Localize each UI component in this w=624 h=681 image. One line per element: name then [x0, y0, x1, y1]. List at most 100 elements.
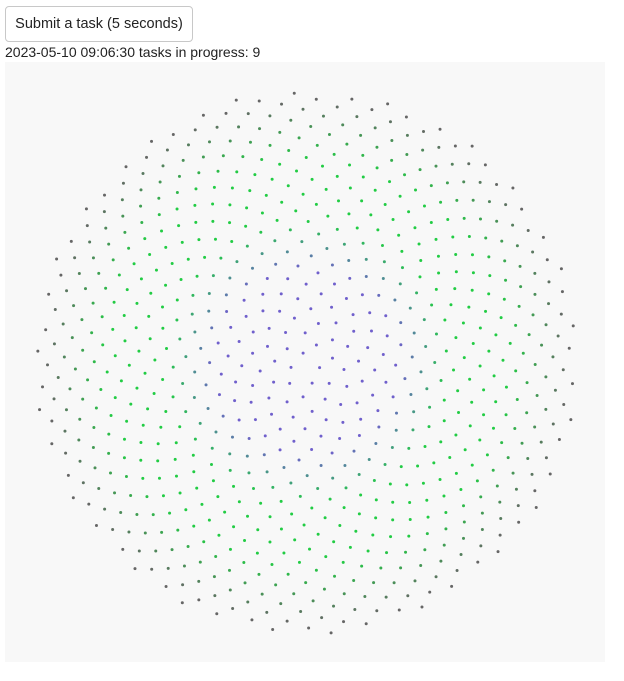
- spiral-dot: [390, 139, 394, 143]
- spiral-dot: [246, 600, 250, 604]
- spiral-dot: [161, 164, 165, 168]
- spiral-dot: [113, 396, 117, 400]
- spiral-dot: [353, 608, 357, 612]
- spiral-dot: [423, 548, 427, 552]
- spiral-dot: [511, 186, 515, 190]
- spiral-dot: [143, 237, 147, 241]
- spiral-dot: [216, 495, 220, 499]
- spiral-dot: [201, 155, 205, 159]
- spiral-dot: [348, 545, 352, 549]
- spiral-dot: [105, 370, 109, 374]
- spiral-dot: [416, 464, 420, 468]
- spiral-dot: [539, 440, 543, 444]
- spiral-dot: [278, 427, 282, 431]
- submit-task-button[interactable]: Submit a task (5 seconds): [5, 6, 193, 42]
- spiral-dot: [513, 427, 517, 431]
- spiral-dot: [551, 422, 555, 426]
- spiral-dot: [184, 355, 188, 359]
- spiral-dot: [178, 337, 182, 341]
- spiral-dot: [480, 511, 484, 515]
- spiral-dot: [370, 108, 374, 112]
- spiral-dot: [439, 559, 443, 563]
- spiral-dot: [315, 143, 319, 147]
- spiral-dot: [201, 113, 205, 117]
- spiral-dot: [429, 184, 433, 188]
- spiral-dot: [52, 342, 56, 346]
- spiral-dot: [135, 386, 139, 390]
- spiral-dot: [316, 487, 320, 491]
- spiral-dot: [280, 102, 284, 106]
- spiral-dot: [44, 328, 48, 332]
- spiral-dot: [146, 407, 150, 411]
- spiral-dot: [286, 572, 290, 576]
- spiral-dot: [368, 311, 372, 315]
- spiral-dot: [442, 398, 446, 402]
- spiral-dot: [221, 414, 225, 418]
- spiral-dot: [316, 322, 320, 325]
- spiral-dot: [364, 257, 368, 261]
- spiral-dot: [217, 393, 221, 397]
- spiral-dot: [531, 313, 535, 317]
- spiral-dot: [352, 449, 356, 453]
- spiral-dot: [333, 574, 337, 578]
- spiral-dot: [107, 242, 111, 246]
- spiral-dot: [197, 171, 201, 175]
- spiral-dot: [103, 193, 107, 197]
- spiral-dot: [495, 183, 499, 186]
- spiral-dot: [69, 239, 73, 243]
- spiral-dot: [408, 518, 412, 522]
- spiral-dot: [359, 417, 363, 421]
- spiral-dot: [246, 514, 250, 518]
- spiral-dot: [391, 500, 395, 504]
- spiral-dot: [243, 538, 247, 542]
- spiral-dot: [400, 266, 404, 270]
- spiral-dot: [200, 502, 204, 506]
- spiral-dot: [544, 407, 548, 411]
- spiral-dot: [501, 358, 505, 362]
- spiral-dot: [97, 271, 101, 275]
- spiral-dot: [391, 218, 395, 222]
- spiral-dot: [132, 262, 136, 266]
- spiral-dot: [309, 254, 313, 258]
- spiral-dot: [237, 500, 241, 504]
- spiral-dot: [407, 534, 411, 538]
- spiral-dot: [569, 418, 573, 422]
- spiral-dot: [252, 487, 256, 491]
- spiral-dot: [454, 471, 458, 475]
- spiral-dot: [357, 359, 361, 363]
- spiral-dot: [314, 343, 318, 347]
- spiral-dot: [240, 364, 244, 368]
- spiral-dot: [270, 412, 274, 416]
- spiral-dot: [237, 340, 241, 344]
- spiral-dot: [217, 533, 221, 537]
- spiral-dot: [159, 425, 163, 429]
- spiral-dot: [193, 437, 197, 441]
- spiral-dot: [499, 316, 503, 320]
- spiral-dot: [391, 395, 395, 399]
- spiral-dot: [332, 540, 336, 544]
- spiral-dot: [214, 430, 218, 434]
- spiral-dot: [520, 441, 524, 445]
- spiral-dot: [247, 436, 251, 440]
- spiral-dot: [468, 424, 472, 428]
- spiral-dot: [264, 193, 268, 197]
- spiral-dot: [534, 505, 538, 509]
- spiral-dot: [419, 259, 423, 263]
- spiral-dot: [88, 240, 92, 244]
- spiral-dot: [149, 291, 153, 295]
- spiral-dot: [268, 540, 272, 544]
- spiral-dot: [495, 484, 499, 488]
- spiral-dot: [127, 246, 131, 250]
- spiral-dot: [191, 293, 195, 297]
- spiral-dot: [511, 223, 515, 227]
- spiral-dot: [228, 588, 232, 592]
- spiral-dot: [127, 363, 131, 367]
- spiral-dot: [405, 153, 409, 157]
- spiral-dot: [234, 98, 238, 102]
- spiral-dot: [383, 202, 387, 206]
- spiral-dot: [373, 126, 377, 130]
- spiral-dot: [375, 145, 379, 149]
- spiral-dot: [265, 470, 269, 474]
- spiral-dot: [184, 508, 188, 512]
- spiral-dot: [73, 367, 77, 371]
